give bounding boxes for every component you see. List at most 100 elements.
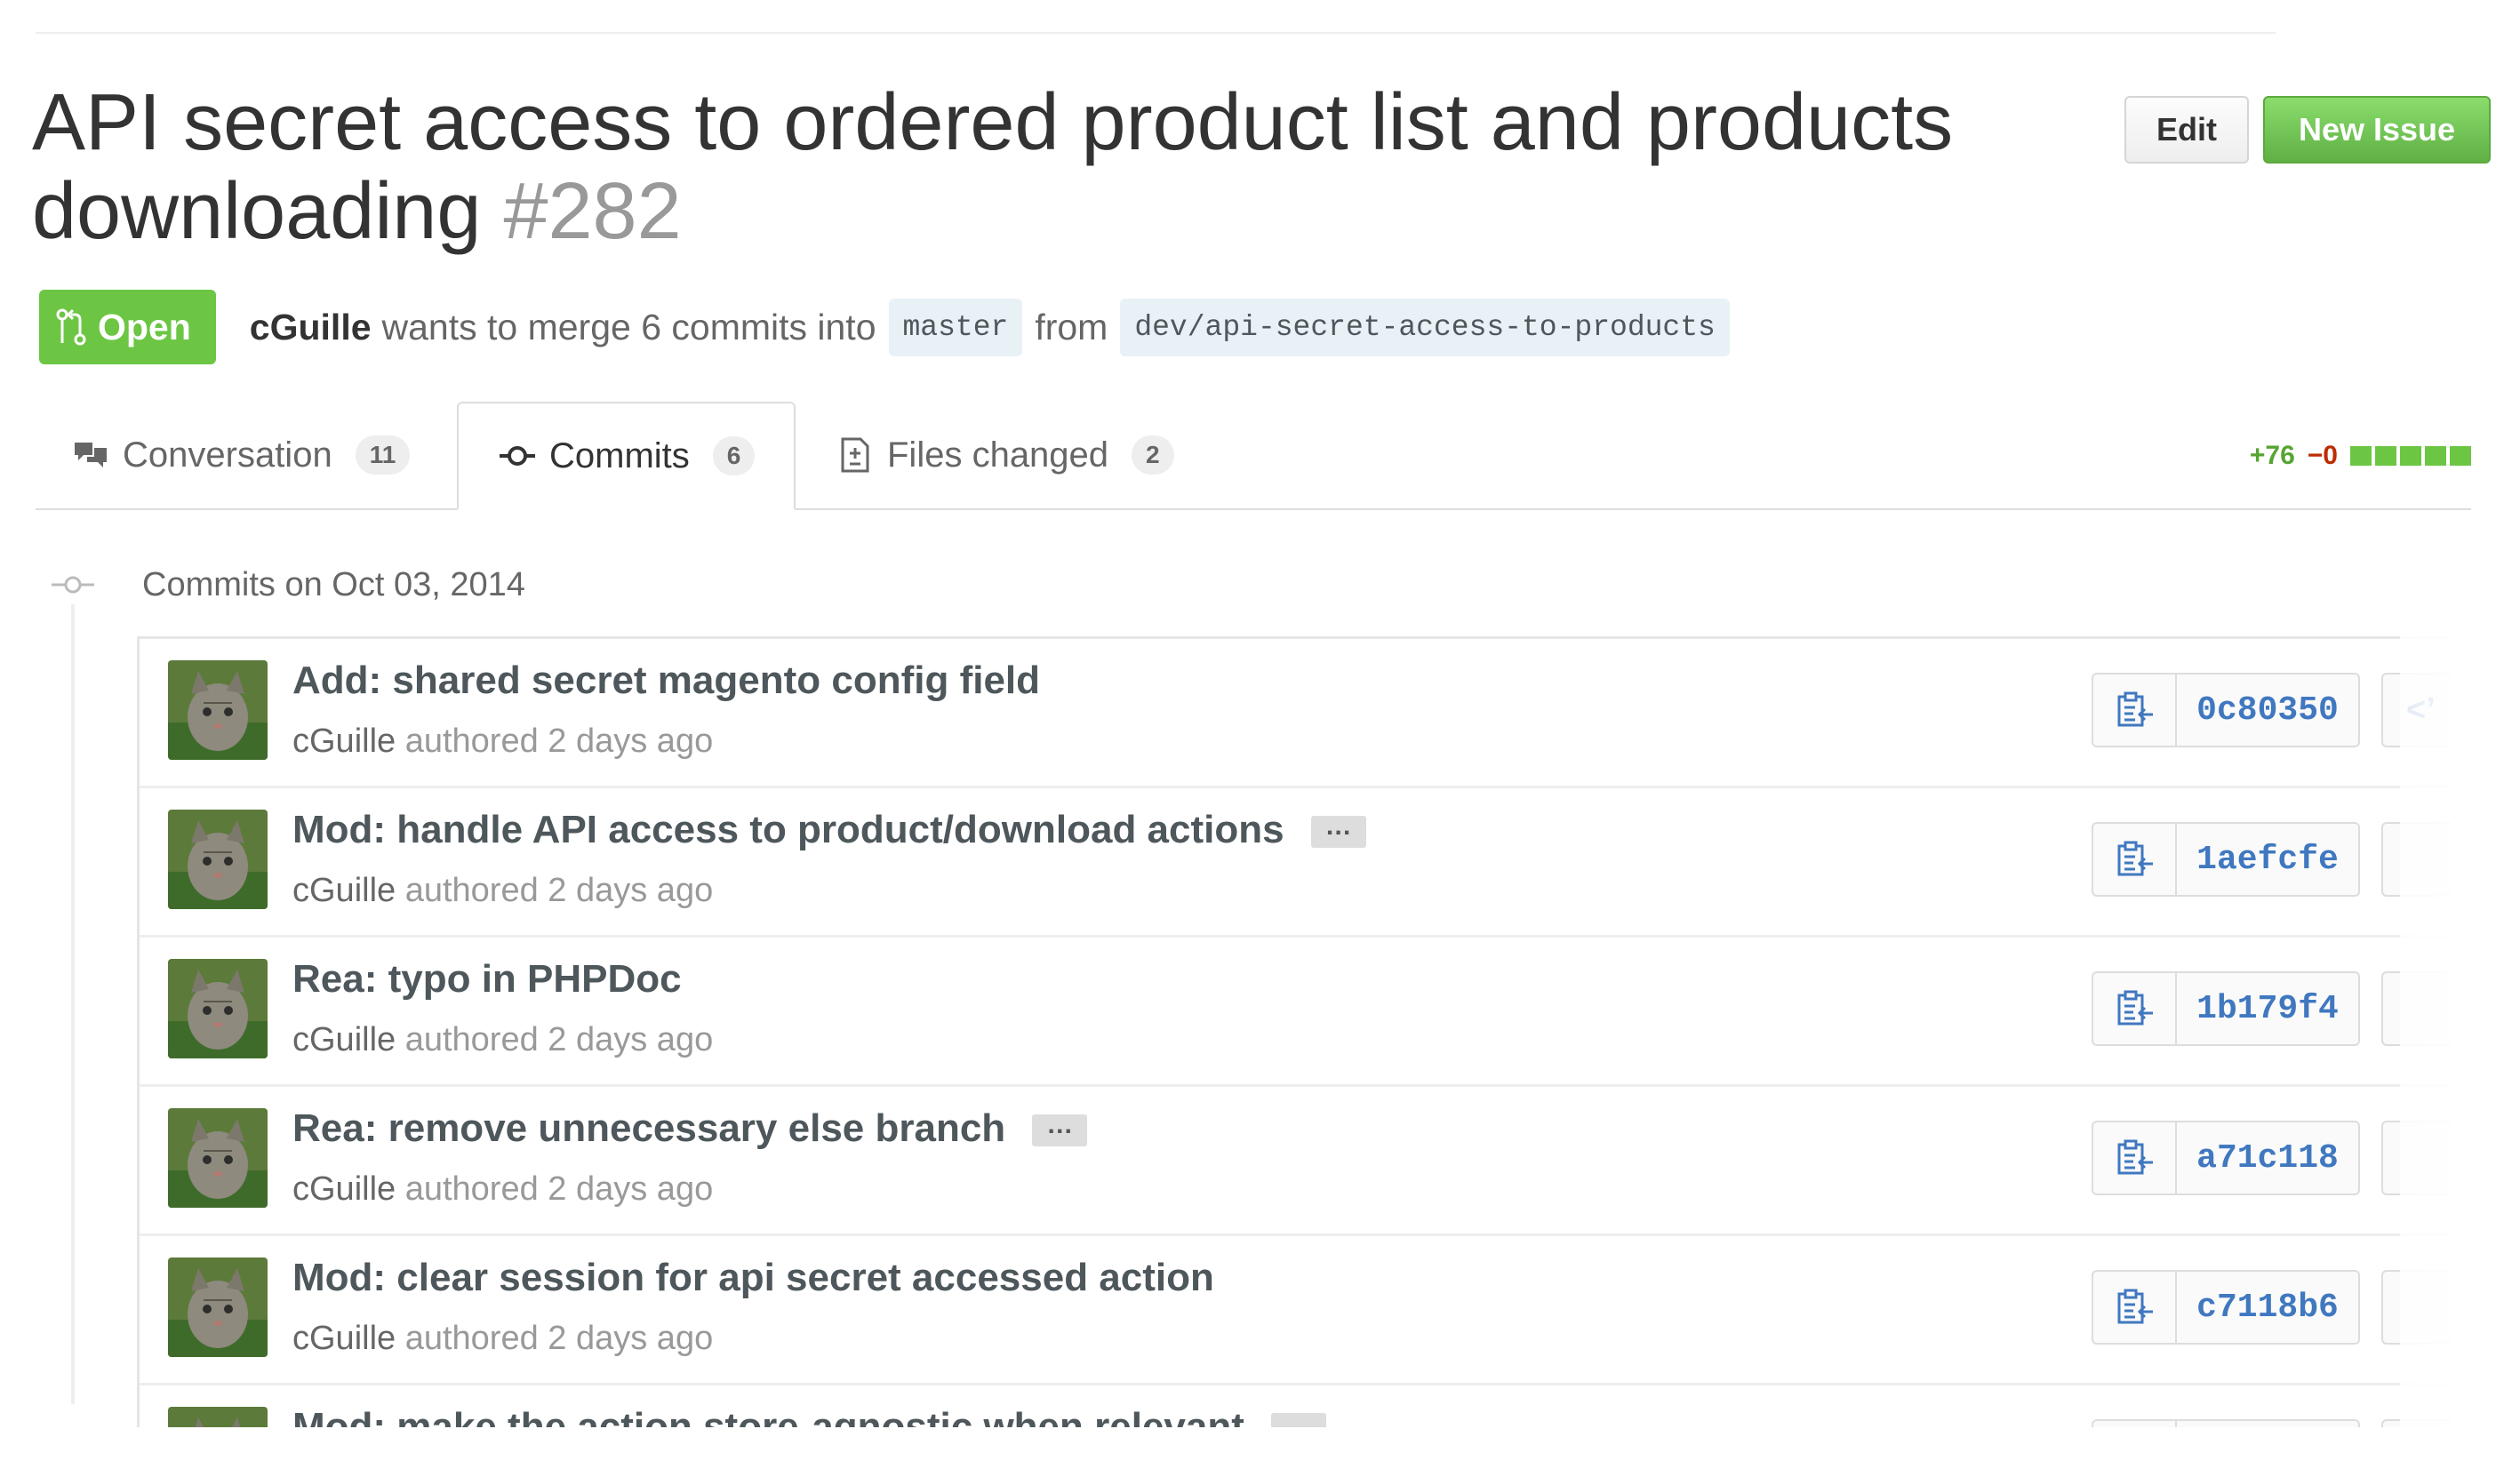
edit-button[interactable]: Edit	[2124, 96, 2249, 164]
from-text: from	[1035, 306, 1108, 347]
head-branch[interactable]: dev/api-secret-access-to-products	[1120, 298, 1730, 356]
expand-ellipsis-button[interactable]: …	[1032, 1112, 1088, 1147]
page-title: API secret access to ordered product lis…	[32, 78, 2041, 256]
commit-sha-group: 1aefcfe	[2092, 822, 2360, 897]
avatar-image	[168, 1108, 268, 1208]
commit-author[interactable]: cGuille	[292, 1170, 396, 1208]
avatar-image	[168, 1257, 268, 1357]
commit-title[interactable]: Mod: make the action store-agnostic when…	[292, 1405, 1326, 1430]
commit-sha-group: 0c80350	[2092, 673, 2360, 747]
top-divider	[36, 32, 2276, 34]
copy-sha-button[interactable]	[2092, 1121, 2177, 1195]
tab-files-count: 2	[1132, 435, 1174, 475]
commit-meta: cGuille authored 2 days ago	[292, 1170, 713, 1209]
diffstat-deletions: −0	[2307, 441, 2338, 470]
issue-title: API secret access to ordered product lis…	[32, 78, 1954, 256]
avatar-image	[168, 660, 268, 760]
commit-list: Add: shared secret magento config field c…	[137, 636, 2451, 1430]
copy-sha-button[interactable]	[2092, 673, 2177, 747]
commit-row: Mod: handle API access to product/downlo…	[140, 788, 2451, 938]
diffstat-additions: +76	[2249, 441, 2295, 470]
commit-sha-button[interactable]: 0c80350	[2177, 673, 2360, 747]
diffstat-blocks	[2350, 446, 2471, 466]
commit-time: authored 2 days ago	[404, 1320, 714, 1357]
clipboard-icon	[2117, 1289, 2153, 1324]
copy-sha-button[interactable]	[2092, 971, 2177, 1046]
pr-author[interactable]: cGuille	[250, 307, 372, 348]
commit-sha-group: 1b179f4	[2092, 971, 2360, 1046]
avatar[interactable]	[168, 1108, 268, 1208]
copy-sha-button[interactable]	[2092, 822, 2177, 897]
commit-author[interactable]: cGuille	[292, 1021, 396, 1058]
commit-group-date: Commits on Oct 03, 2014	[142, 565, 525, 603]
commit-sha-button[interactable]: a71c118	[2177, 1121, 2360, 1195]
avatar[interactable]	[168, 660, 268, 760]
commit-message[interactable]: Mod: make the action store-agnostic when…	[292, 1405, 1244, 1430]
bottom-edge	[0, 1427, 2520, 1477]
commit-time: authored 2 days ago	[404, 1021, 714, 1058]
commit-message[interactable]: Rea: typo in PHPDoc	[292, 957, 682, 1001]
diffstat-block	[2350, 446, 2372, 466]
commit-sha-button[interactable]: 1b179f4	[2177, 971, 2360, 1046]
right-edge-fade	[2400, 622, 2520, 1477]
commit-title[interactable]: Mod: clear session for api secret access…	[292, 1256, 1214, 1300]
tab-conversation-count: 11	[355, 435, 411, 475]
commit-title[interactable]: Add: shared secret magento config field	[292, 659, 1040, 703]
clipboard-icon	[2117, 990, 2153, 1026]
commit-sha-button[interactable]: c7118b6	[2177, 1270, 2360, 1345]
commit-author[interactable]: cGuille	[292, 723, 396, 760]
copy-sha-button[interactable]	[2092, 1270, 2177, 1345]
commit-author[interactable]: cGuille	[292, 872, 396, 909]
new-issue-button[interactable]: New Issue	[2263, 96, 2491, 164]
tab-commits[interactable]: Commits 6	[457, 402, 796, 510]
diffstat-block	[2375, 446, 2396, 466]
commit-icon	[500, 446, 535, 466]
pr-tabs: Conversation 11 Commits 6 Files changed …	[36, 402, 2471, 510]
commit-message[interactable]: Mod: handle API access to product/downlo…	[292, 808, 1284, 851]
tab-files-changed[interactable]: Files changed 2	[836, 402, 1174, 508]
diffstat-block	[2425, 446, 2446, 466]
commit-row: Rea: remove unnecessary else branch … cGui…	[140, 1087, 2451, 1236]
commit-title[interactable]: Rea: remove unnecessary else branch …	[292, 1106, 1088, 1151]
commit-message[interactable]: Rea: remove unnecessary else branch	[292, 1106, 1005, 1150]
tab-commits-count: 6	[712, 436, 756, 475]
commit-author[interactable]: cGuille	[292, 1320, 396, 1357]
tab-conversation[interactable]: Conversation 11	[71, 402, 411, 508]
tab-conversation-label: Conversation	[123, 435, 332, 475]
status-label: Open	[98, 306, 191, 347]
avatar[interactable]	[168, 1257, 268, 1357]
comment-icon	[75, 443, 107, 467]
commit-title[interactable]: Mod: handle API access to product/downlo…	[292, 808, 1366, 852]
clipboard-icon	[2117, 691, 2153, 727]
commit-meta: cGuille authored 2 days ago	[292, 1021, 713, 1059]
commit-row: Add: shared secret magento config field c…	[140, 639, 2451, 788]
commit-sha-group: c7118b6	[2092, 1270, 2360, 1345]
tab-files-label: Files changed	[887, 435, 1109, 475]
commit-title[interactable]: Rea: typo in PHPDoc	[292, 957, 682, 1002]
commit-row: Mod: clear session for api secret access…	[140, 1236, 2451, 1385]
expand-ellipsis-button[interactable]: …	[1310, 813, 1366, 849]
commit-sha-group: a71c118	[2092, 1121, 2360, 1195]
commit-time: authored 2 days ago	[404, 1170, 714, 1208]
avatar[interactable]	[168, 959, 268, 1058]
tab-commits-label: Commits	[549, 435, 690, 475]
avatar-image	[168, 959, 268, 1058]
avatar[interactable]	[168, 810, 268, 909]
commit-row: Mod: make the action store-agnostic when…	[140, 1385, 2451, 1430]
file-diff-icon	[841, 437, 869, 473]
issue-number: #282	[503, 167, 682, 256]
clipboard-icon	[2117, 1139, 2153, 1175]
diffstat: +76 −0	[2250, 441, 2471, 471]
commit-time: authored 2 days ago	[404, 872, 714, 909]
commit-meta: cGuille authored 2 days ago	[292, 1320, 713, 1358]
commit-message[interactable]: Mod: clear session for api secret access…	[292, 1256, 1214, 1299]
diffstat-block	[2450, 446, 2471, 466]
commit-sha-button[interactable]: 1aefcfe	[2177, 822, 2360, 897]
base-branch[interactable]: master	[888, 298, 1023, 356]
git-pull-request-icon	[56, 308, 86, 346]
commit-meta: cGuille authored 2 days ago	[292, 723, 713, 761]
commit-row: Rea: typo in PHPDoc cGuille authored 2 da…	[140, 938, 2451, 1087]
pr-meta: Open cGuille wants to merge 6 commits in…	[39, 290, 1906, 364]
diffstat-block	[2400, 446, 2421, 466]
commit-message[interactable]: Add: shared secret magento config field	[292, 659, 1040, 702]
